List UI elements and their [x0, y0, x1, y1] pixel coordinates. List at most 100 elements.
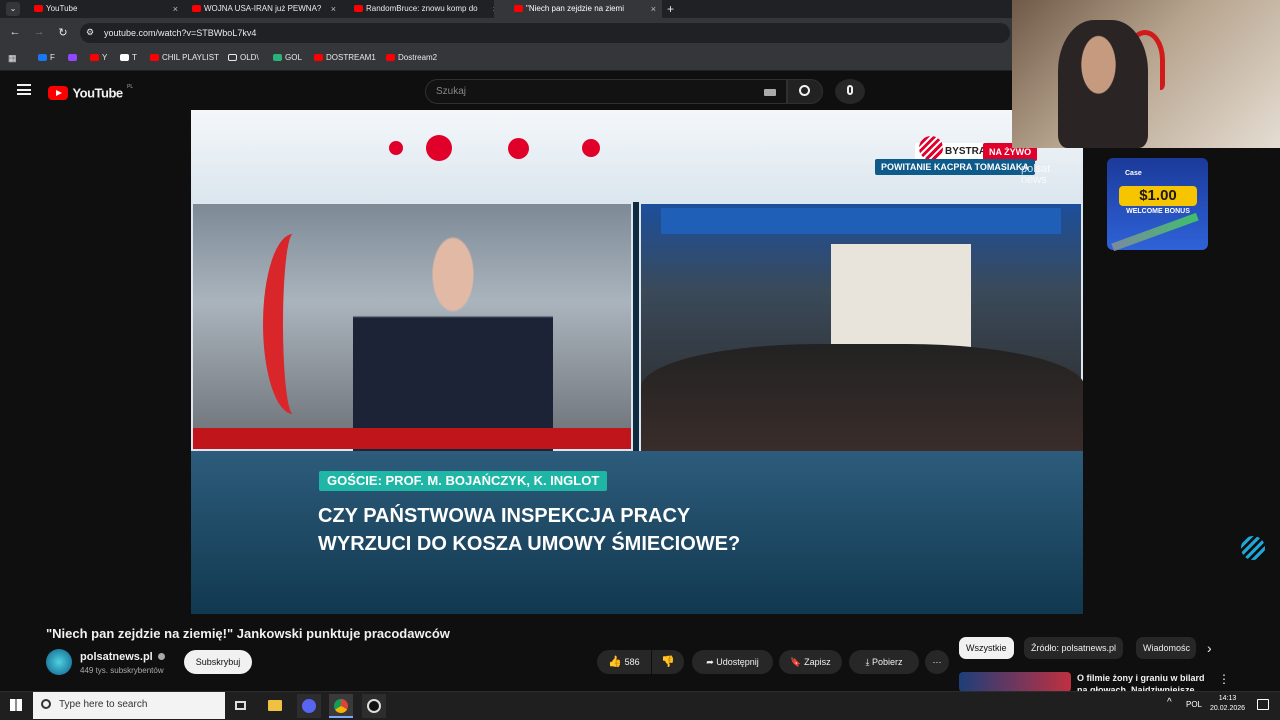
- ad-amount: $1.00: [1119, 186, 1197, 206]
- video-title: "Niech pan zejdzie na ziemię!" Jankowski…: [46, 626, 450, 641]
- headline-caption: CZY PAŃSTWOWA INSPEKCJA PRACY WYRZUCI DO…: [318, 505, 741, 555]
- youtube-logo-text: YouTube: [72, 85, 123, 101]
- studio-desk: [193, 428, 631, 449]
- caption-welcome: POWITANIE KACPRA TOMASIAKA: [875, 159, 1035, 175]
- tray-chevron-icon[interactable]: ^: [1167, 697, 1172, 708]
- discord-icon[interactable]: [297, 694, 321, 718]
- file-explorer-icon[interactable]: [263, 694, 287, 718]
- facebook-icon: [38, 54, 47, 61]
- youtube-favicon-icon: [34, 5, 43, 12]
- forward-icon[interactable]: →: [32, 26, 46, 38]
- share-button[interactable]: ➦ Udostępnij: [692, 650, 773, 674]
- close-tab-icon[interactable]: ×: [651, 0, 656, 18]
- search-placeholder: Szukaj: [436, 86, 467, 97]
- subscribe-button[interactable]: Subskrybuj: [184, 650, 252, 674]
- url-text[interactable]: youtube.com/watch?v=STBWboL7kv4: [104, 28, 256, 38]
- dislike-button[interactable]: 👎: [652, 650, 684, 674]
- brand-logo-icon: [919, 136, 943, 160]
- guests-caption: GOŚCIE: PROF. M. BOJAŃCZYK, K. INGLOT: [319, 471, 608, 491]
- folder-icon: [228, 54, 237, 61]
- bookmark-y[interactable]: Y: [90, 53, 107, 62]
- presenter-figure: [353, 224, 553, 453]
- search-input[interactable]: Szukaj: [425, 79, 787, 104]
- tab-youtube[interactable]: YouTube ×: [14, 0, 184, 18]
- tab-wojna[interactable]: WOJNA USA-IRAN już PEWNA? ×: [172, 0, 342, 18]
- youtube-region: PL: [127, 84, 134, 90]
- windows-start-icon[interactable]: [10, 699, 22, 711]
- chip-news[interactable]: Wiadomośc: [1136, 637, 1196, 659]
- bookmark-dostream1[interactable]: DOSTREAM1: [314, 53, 376, 62]
- verified-icon: [157, 653, 165, 660]
- youtube-icon: [314, 54, 323, 61]
- save-button[interactable]: 🔖 Zapisz: [779, 650, 842, 674]
- event-feed: [639, 202, 1083, 453]
- task-view-icon[interactable]: [229, 694, 253, 718]
- x-icon: [120, 54, 129, 61]
- search-icon: [41, 699, 51, 709]
- youtube-icon: [386, 54, 395, 61]
- recommendation-menu-icon[interactable]: ⋮: [1218, 672, 1230, 686]
- gol-icon: [273, 54, 282, 61]
- chrome-icon[interactable]: [329, 694, 353, 718]
- clock[interactable]: 14:13 20.02.2026: [1210, 694, 1245, 714]
- red-dot-graphic: [389, 141, 403, 155]
- site-info-icon[interactable]: ⚙: [86, 27, 94, 38]
- reload-icon[interactable]: ↻: [56, 26, 70, 39]
- bookmark-icon: 🔖: [790, 657, 802, 667]
- bookmark-old-folder[interactable]: OLD\: [228, 53, 259, 62]
- recommendation-title[interactable]: O filmie żony i graniu w bilard na głowa…: [1077, 672, 1207, 692]
- menu-icon-bar: [17, 89, 31, 91]
- red-dot-graphic: [508, 138, 529, 159]
- recommendation-thumbnail[interactable]: [959, 672, 1071, 692]
- youtube-icon: [90, 54, 99, 61]
- youtube-play-icon: [48, 85, 68, 100]
- search-icon: [799, 85, 810, 96]
- brand-text: BYSTRA: [945, 146, 987, 157]
- like-count: 586: [624, 657, 640, 667]
- like-button[interactable]: 👍 586: [597, 650, 651, 674]
- back-icon[interactable]: ←: [8, 26, 22, 38]
- microphone-icon: [847, 85, 853, 95]
- keyboard-icon[interactable]: [764, 89, 776, 96]
- thumbs-down-icon: 👎: [661, 656, 675, 668]
- youtube-favicon-icon: [354, 5, 363, 12]
- notifications-icon[interactable]: [1257, 699, 1269, 710]
- bookmark-f[interactable]: F: [38, 53, 55, 62]
- tab-current-video[interactable]: "Niech pan zejdzie na ziemi ×: [494, 0, 662, 18]
- download-button[interactable]: ⤓ Pobierz: [849, 650, 919, 674]
- youtube-favicon-icon: [192, 5, 201, 12]
- menu-icon[interactable]: [17, 84, 31, 95]
- bookmark-t[interactable]: T: [120, 53, 137, 62]
- voice-search-button[interactable]: [835, 79, 865, 104]
- thumbs-up-icon: 👍: [608, 656, 623, 668]
- studio-red-arc: [263, 234, 323, 414]
- channel-avatar[interactable]: [46, 649, 72, 675]
- more-actions-button[interactable]: ⋯: [925, 650, 949, 674]
- apps-grid-icon[interactable]: ▦: [8, 53, 17, 64]
- channel-name[interactable]: polsatnews.pl: [80, 651, 165, 663]
- new-tab-button[interactable]: +: [667, 0, 674, 18]
- download-icon: ⤓: [865, 657, 870, 667]
- studio-feed: [191, 202, 633, 453]
- chip-source[interactable]: Źródło: polsatnews.pl: [1024, 637, 1124, 659]
- chevron-right-icon[interactable]: ›: [1207, 640, 1212, 656]
- search-button[interactable]: [787, 79, 823, 104]
- subscriber-count: 449 tys. subskrybentów: [80, 666, 164, 675]
- crowd-figures: [641, 344, 1083, 453]
- bookmark-gol[interactable]: GOL: [273, 53, 302, 62]
- bookmark-chil-playlist[interactable]: CHIL PLAYLIST: [150, 53, 219, 62]
- event-tent-banner: [661, 208, 1061, 234]
- obs-icon[interactable]: [362, 694, 386, 718]
- youtube-favicon-icon: [514, 5, 523, 12]
- taskbar-search-placeholder: Type here to search: [59, 699, 148, 710]
- video-player[interactable]: BYSTRA NA ŻYWO POWITANIE KACPRA TOMASIAK…: [191, 110, 1083, 614]
- youtube-logo[interactable]: YouTube PL: [48, 84, 133, 100]
- twitch-icon: [68, 54, 77, 61]
- language-indicator[interactable]: POL: [1186, 700, 1202, 709]
- bookmark-twitch[interactable]: [68, 53, 80, 62]
- tab-randombruce[interactable]: RandomBruce: znowu komp do ×: [334, 0, 504, 18]
- bookmark-dostream2[interactable]: Dostream2: [386, 53, 437, 62]
- red-dot-graphic: [582, 139, 600, 157]
- chip-all[interactable]: Wszystkie: [959, 637, 1014, 659]
- youtube-icon: [150, 54, 159, 61]
